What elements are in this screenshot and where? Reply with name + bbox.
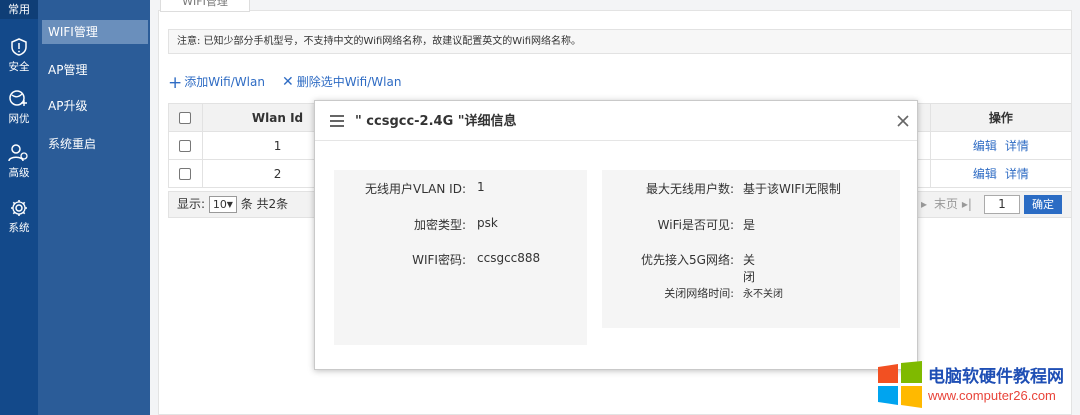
row-ops: 编辑 详情 bbox=[929, 131, 1073, 160]
windows-logo-icon bbox=[878, 361, 922, 408]
row-checkbox[interactable] bbox=[179, 140, 192, 152]
users-icon bbox=[8, 144, 28, 162]
close-time-label: 关闭网络时间: bbox=[664, 287, 734, 300]
network-icon bbox=[9, 90, 27, 106]
watermark: 电脑软硬件教程网 www.computer26.com bbox=[876, 361, 1076, 411]
rail-label-system: 系统 bbox=[8, 222, 30, 234]
page-size-label: 显示: bbox=[177, 197, 206, 211]
prefer-5g-label: 优先接入5G网络: bbox=[641, 253, 734, 267]
select-all-cell bbox=[168, 103, 203, 132]
wifi-visible-value: 是 bbox=[743, 218, 756, 232]
detail-dialog: " ccsgcc-2.4G "详细信息 无线用户VLAN ID: 1 加密类型:… bbox=[314, 100, 918, 370]
page-size-select[interactable]: 10 ▼ bbox=[208, 196, 237, 213]
rail-item-advanced[interactable]: 高级 bbox=[0, 143, 38, 180]
wifi-visible-label: WiFi是否可见: bbox=[657, 218, 734, 232]
wifi-password-label: WIFI密码: bbox=[412, 253, 466, 267]
dialog-header: " ccsgcc-2.4G "详细信息 bbox=[315, 101, 917, 141]
last-page-label: 末页 bbox=[934, 197, 959, 211]
plus-icon: + bbox=[168, 73, 183, 93]
menu-item-wifi-management[interactable]: WIFI管理 bbox=[42, 20, 148, 44]
row-checkbox-cell bbox=[168, 131, 203, 160]
prev-page-icon[interactable]: ▸ bbox=[921, 192, 927, 217]
column-header-ops: 操作 bbox=[929, 103, 1073, 132]
close-icon[interactable] bbox=[896, 114, 910, 128]
rail-label-network: 网优 bbox=[8, 113, 30, 125]
rail-header: 常用 bbox=[0, 0, 38, 19]
detail-link[interactable]: 详情 bbox=[1005, 167, 1029, 181]
page-number-input[interactable]: 1 bbox=[984, 195, 1020, 214]
rail-label-advanced: 高级 bbox=[8, 167, 30, 179]
icon-rail: 常用 安全 网优 高级 系统 bbox=[0, 0, 38, 415]
chevron-down-icon: ▼ bbox=[226, 200, 233, 209]
delete-selected-label: 删除选中Wifi/Wlan bbox=[296, 75, 402, 89]
add-wifi-button[interactable]: + 添加Wifi/Wlan bbox=[168, 73, 265, 93]
prefer-5g-value: 关闭 bbox=[743, 253, 756, 284]
max-users-value: 基于该WIFI无限制 bbox=[743, 182, 841, 196]
add-wifi-label: 添加Wifi/Wlan bbox=[184, 75, 265, 89]
detail-link[interactable]: 详情 bbox=[1005, 139, 1029, 153]
close-time-value: 永不关闭 bbox=[743, 289, 783, 300]
page-size-value: 10 bbox=[212, 198, 227, 211]
detail-box-right: 最大无线用户数: 基于该WIFI无限制 WiFi是否可见: 是 优先接入5G网络… bbox=[602, 170, 900, 328]
menu-icon bbox=[330, 115, 344, 127]
close-icon: ✕ bbox=[282, 74, 294, 90]
sub-menu: WIFI管理 AP管理 AP升级 系统重启 bbox=[38, 0, 150, 415]
encryption-label: 加密类型: bbox=[413, 218, 466, 232]
watermark-url: www.computer26.com bbox=[928, 388, 1056, 403]
delete-selected-button[interactable]: ✕ 删除选中Wifi/Wlan bbox=[282, 73, 401, 90]
last-page-link[interactable]: 末页 ▸| bbox=[934, 192, 972, 217]
watermark-title: 电脑软硬件教程网 bbox=[928, 367, 1064, 387]
rail-item-system[interactable]: 系统 bbox=[0, 198, 38, 235]
rail-label-security: 安全 bbox=[8, 61, 30, 73]
dialog-title: " ccsgcc-2.4G "详细信息 bbox=[355, 114, 517, 129]
rail-item-security[interactable]: 安全 bbox=[0, 37, 38, 74]
record-count: 条 共2条 bbox=[240, 197, 289, 211]
shield-icon bbox=[11, 38, 27, 56]
tab-wifi-management[interactable]: WIFI管理 bbox=[160, 0, 250, 12]
edit-link[interactable]: 编辑 bbox=[973, 167, 997, 181]
encryption-value: psk bbox=[477, 216, 498, 230]
gear-icon bbox=[11, 200, 27, 216]
row-checkbox-cell bbox=[168, 159, 203, 188]
select-all-checkbox[interactable] bbox=[179, 112, 192, 124]
detail-box-left: 无线用户VLAN ID: 1 加密类型: psk WIFI密码: ccsgcc8… bbox=[334, 170, 587, 345]
wifi-password-value: ccsgcc888 bbox=[477, 251, 541, 265]
vlan-id-value: 1 bbox=[477, 180, 485, 194]
row-ops: 编辑 详情 bbox=[929, 159, 1073, 188]
row-checkbox[interactable] bbox=[179, 168, 192, 180]
rail-item-network[interactable]: 网优 bbox=[0, 89, 38, 126]
edit-link[interactable]: 编辑 bbox=[973, 139, 997, 153]
max-users-label: 最大无线用户数: bbox=[645, 182, 734, 196]
notice-banner: 注意: 已知少部分手机型号，不支持中文的Wifi网络名称，故建议配置英文的Wif… bbox=[168, 29, 1072, 54]
vlan-id-label: 无线用户VLAN ID: bbox=[365, 182, 466, 196]
confirm-page-button[interactable]: 确定 bbox=[1024, 195, 1062, 214]
